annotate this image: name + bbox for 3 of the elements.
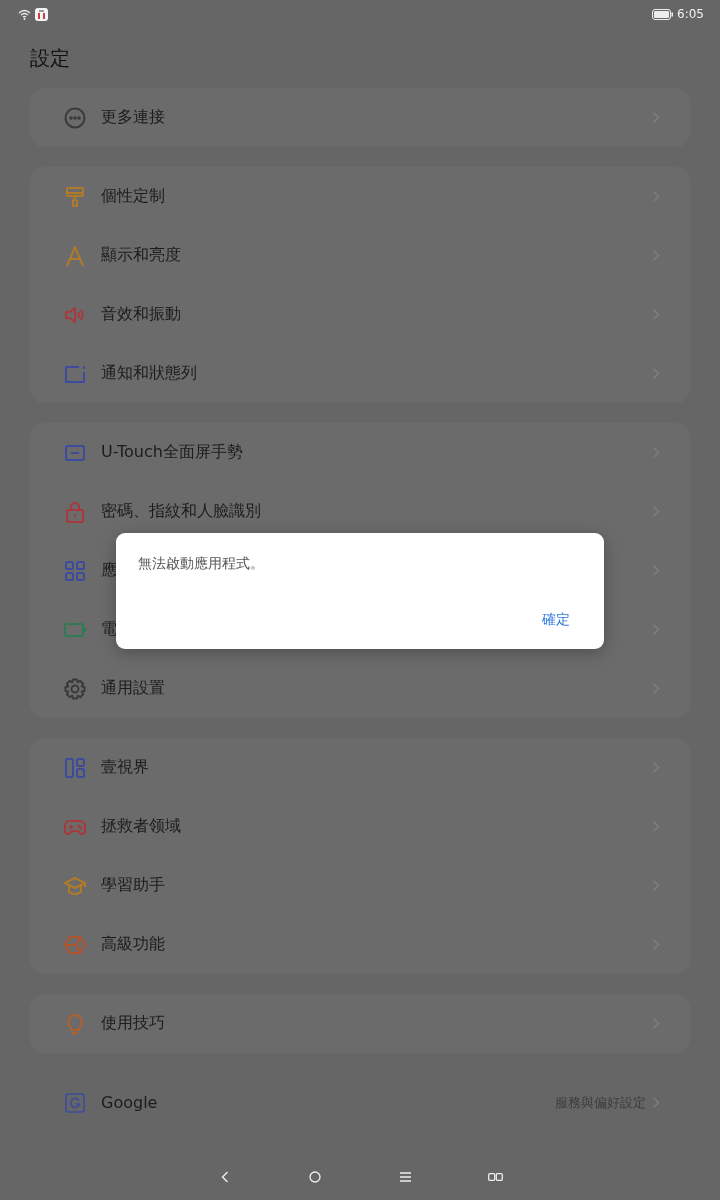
page-title: 設定 [29,44,71,72]
clock-time: 6:05 [677,7,704,21]
dialog-message: 無法啟動應用程式。 [138,555,265,573]
